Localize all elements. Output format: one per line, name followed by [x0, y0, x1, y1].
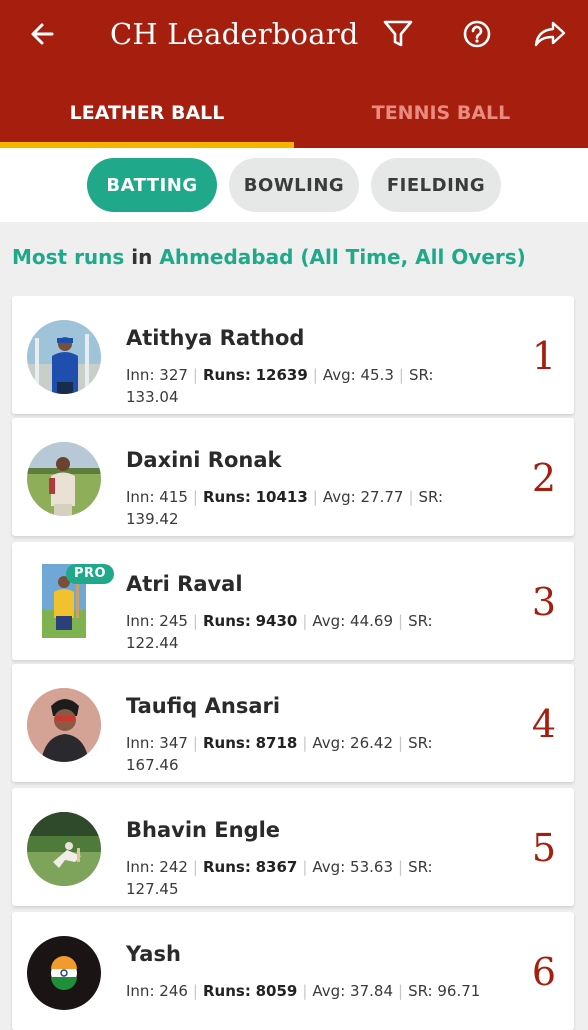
- player-avatar: [27, 688, 101, 762]
- pro-badge: PRO: [66, 564, 115, 584]
- player-stats: Inn: 327 | Runs: 12639 | Avg: 45.3 | SR: 133.0…: [126, 366, 434, 406]
- player-stats: Inn: 415 | Runs: 10413 | Avg: 27.77 | SR: 139.…: [126, 488, 444, 528]
- player-card[interactable]: PRO Atri Raval Inn: 245 | Runs: 9430 | Avg: …: [12, 542, 574, 660]
- player-name: Daxini Ronak: [126, 448, 282, 472]
- heading-metric: Most runs: [12, 245, 125, 269]
- player-rank: 3: [531, 580, 556, 624]
- player-name: Atithya Rathod: [126, 326, 305, 350]
- player-avatar: [27, 442, 101, 516]
- heading-connector: in: [131, 245, 153, 269]
- player-name: Yash: [126, 942, 181, 966]
- player-avatar: [27, 812, 101, 886]
- share-icon[interactable]: [528, 12, 572, 56]
- player-name: Atri Raval: [126, 572, 243, 596]
- player-avatar: [27, 320, 101, 394]
- player-stats: Inn: 246 | Runs: 8059 | Avg: 37.84 | SR: 96.71: [126, 982, 481, 1000]
- chip-fielding[interactable]: FIELDING: [371, 158, 501, 212]
- filter-icon[interactable]: [376, 12, 420, 56]
- player-stats: Inn: 242 | Runs: 8367 | Avg: 53.63 | SR: 127.4…: [126, 858, 433, 898]
- player-name: Taufiq Ansari: [126, 694, 281, 718]
- player-card[interactable]: Yash Inn: 246 | Runs: 8059 | Avg: 37.84 | SR: …: [12, 912, 574, 1030]
- category-chip-bar: BATTING BOWLING FIELDING: [0, 148, 588, 222]
- chip-bowling[interactable]: BOWLING: [229, 158, 359, 212]
- player-card[interactable]: Taufiq Ansari Inn: 347 | Runs: 8718 | Avg: 2…: [12, 664, 574, 782]
- player-card[interactable]: Bhavin Engle Inn: 242 | Runs: 8367 | Avg: 53…: [12, 788, 574, 906]
- player-stats: Inn: 245 | Runs: 9430 | Avg: 44.69 | SR: 122.4…: [126, 612, 433, 652]
- player-stats: Inn: 347 | Runs: 8718 | Avg: 26.42 | SR: 167.4…: [126, 734, 433, 774]
- chip-batting[interactable]: BATTING: [87, 158, 217, 212]
- player-rank: 1: [531, 334, 556, 378]
- tab-leather-ball[interactable]: LEATHER BALL: [0, 90, 294, 136]
- page-title: CH Leaderboard: [110, 17, 359, 51]
- player-card[interactable]: Atithya Rathod Inn: 327 | Runs: 12639 | Avg:…: [12, 296, 574, 414]
- tab-tennis-ball[interactable]: TENNIS BALL: [294, 90, 588, 136]
- help-icon[interactable]: [455, 12, 499, 56]
- player-name: Bhavin Engle: [126, 818, 281, 842]
- player-rank: 2: [531, 456, 556, 500]
- heading-scope[interactable]: Ahmedabad (All Time, All Overs): [159, 245, 525, 269]
- player-rank: 4: [531, 702, 556, 746]
- player-rank: 6: [531, 950, 556, 994]
- player-card[interactable]: Daxini Ronak Inn: 415 | Runs: 10413 | Avg: 2…: [12, 418, 574, 536]
- back-arrow-icon[interactable]: [20, 12, 64, 56]
- player-rank: 5: [531, 826, 556, 870]
- app-bar: CH Leaderboard LEATHER BALL TENNIS BALL: [0, 0, 588, 148]
- player-avatar: [27, 936, 101, 1010]
- leaderboard-heading: Most runs in Ahmedabad (All Time, All Ov…: [12, 240, 526, 274]
